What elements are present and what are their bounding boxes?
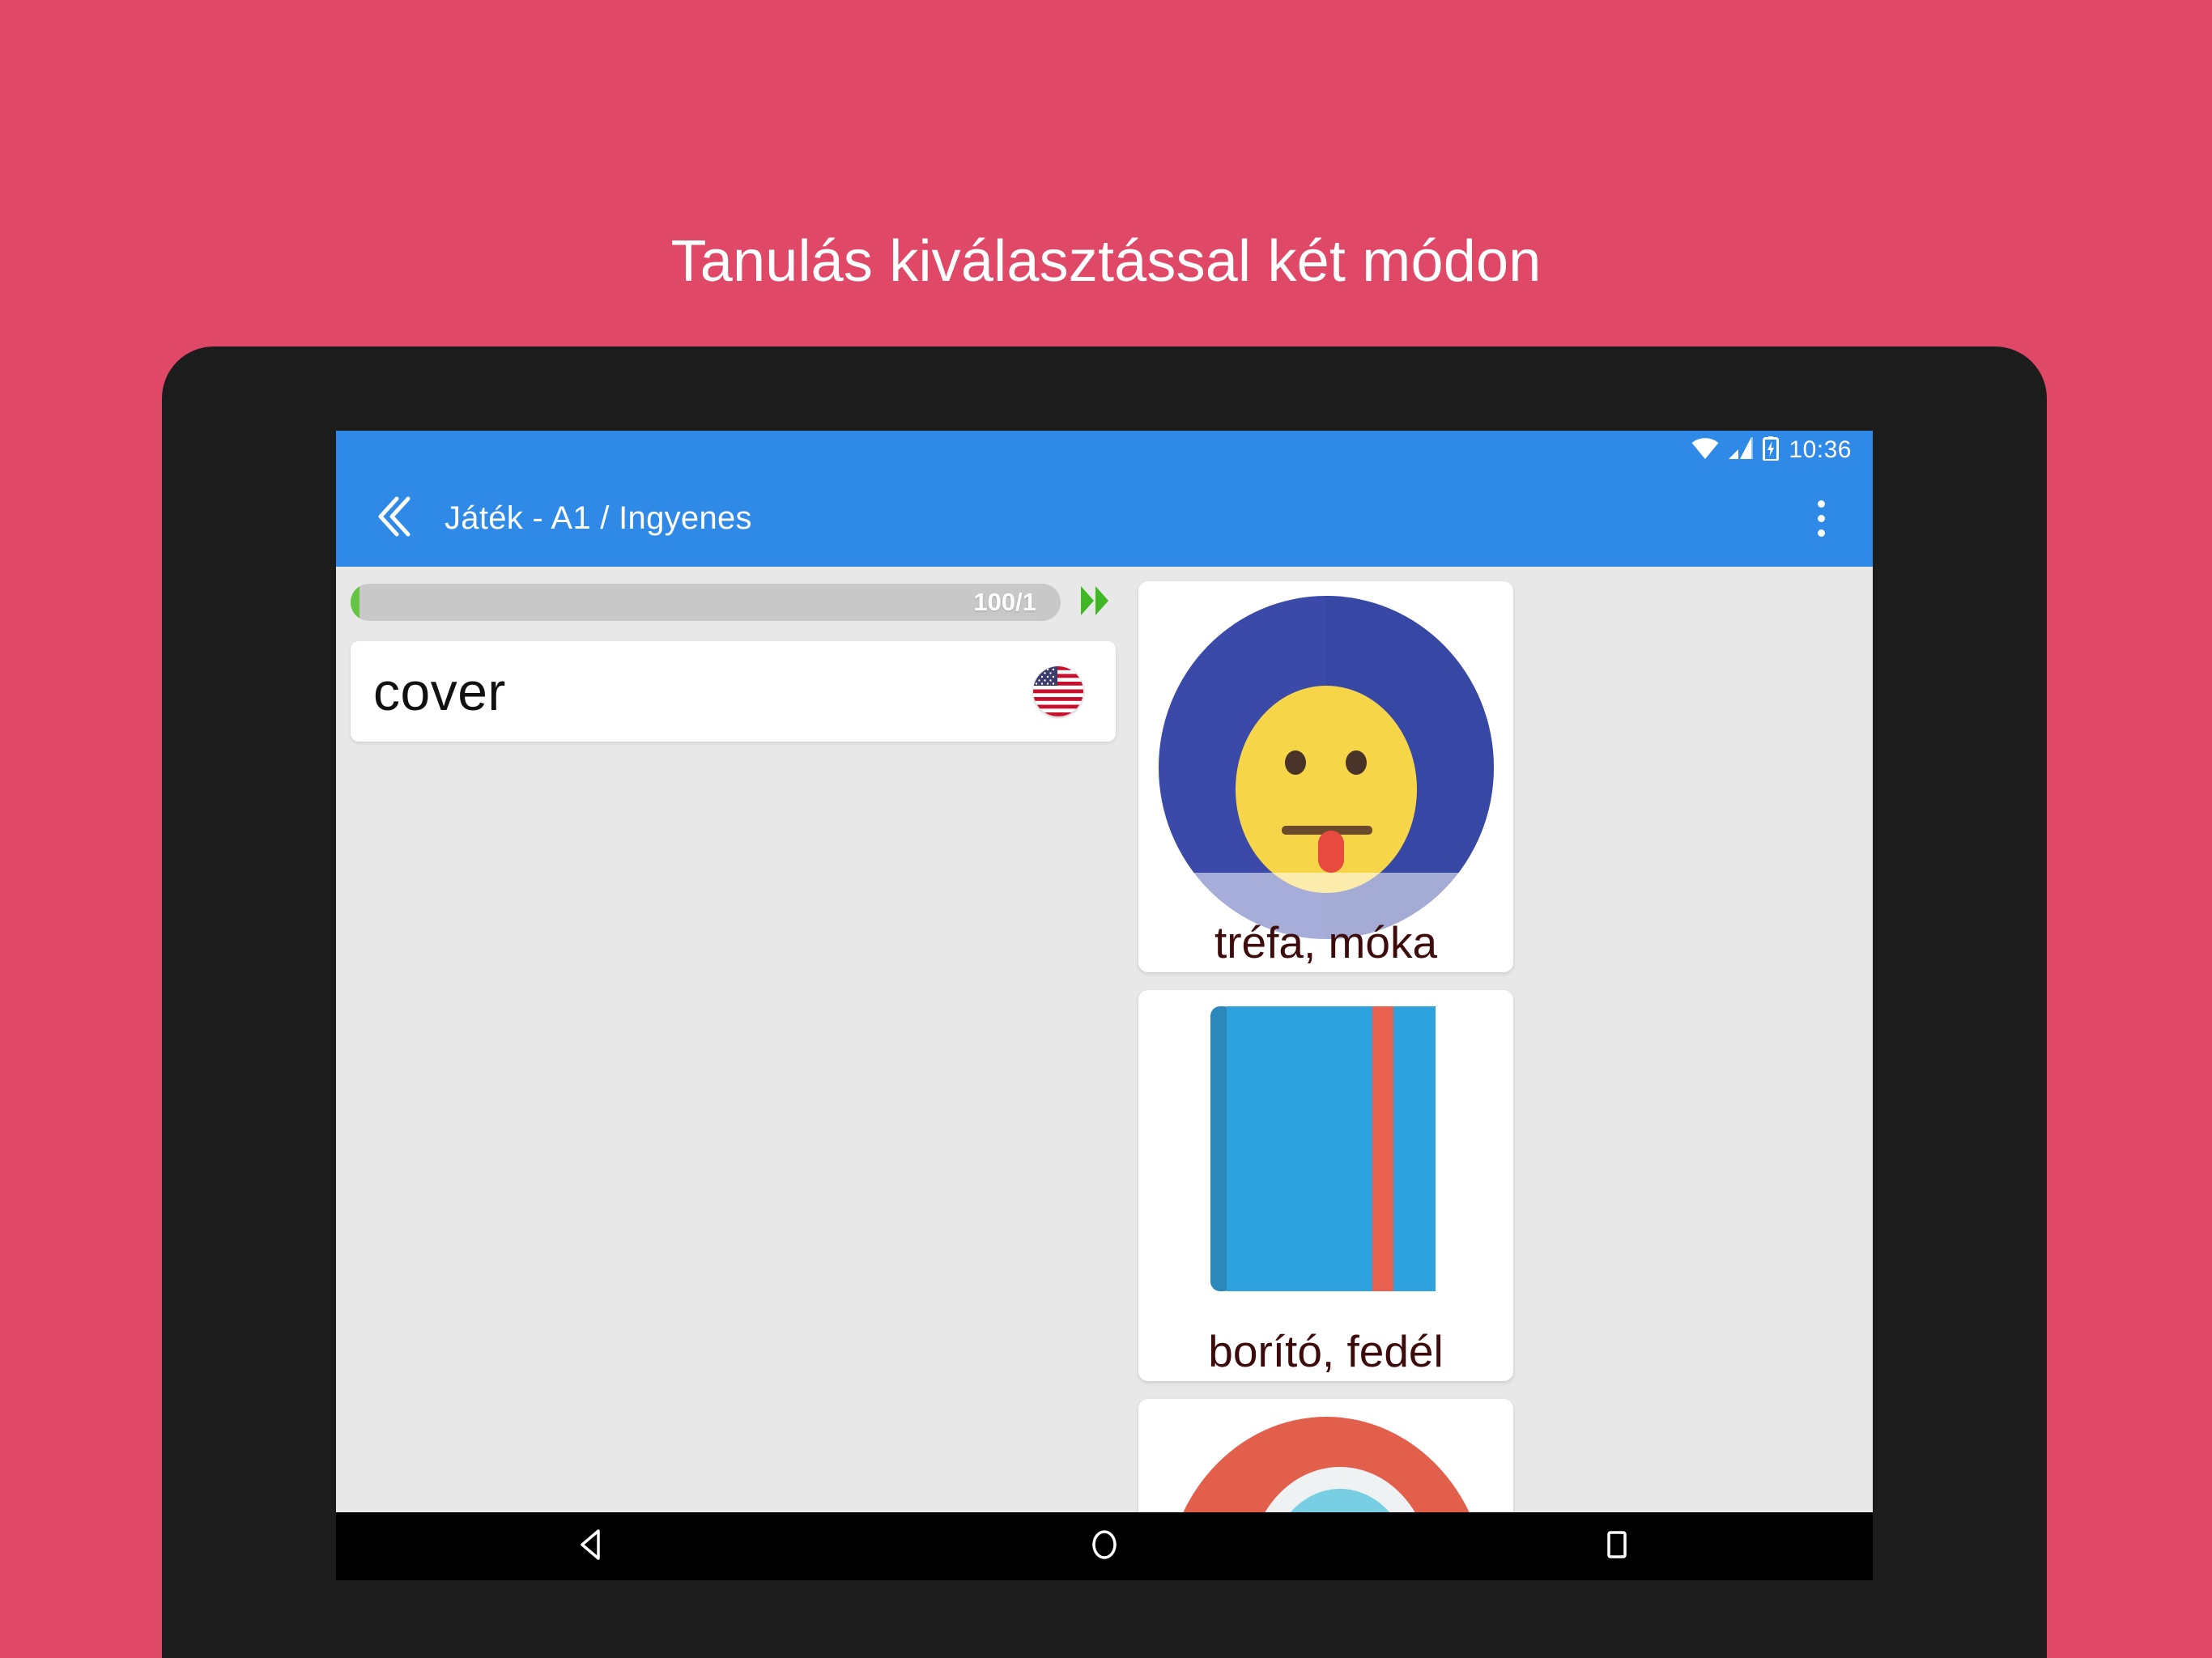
wifi-icon bbox=[1691, 437, 1719, 464]
status-bar: 10:36 bbox=[336, 431, 1873, 470]
nav-back-icon bbox=[576, 1528, 608, 1566]
progress-label: 100/1 bbox=[973, 588, 1036, 616]
nav-home-icon bbox=[1088, 1528, 1121, 1566]
double-chevron-left-icon bbox=[376, 495, 413, 542]
overflow-menu-icon bbox=[1817, 500, 1825, 508]
progress-bar-fill bbox=[351, 584, 359, 621]
overflow-dot-2 bbox=[1817, 514, 1825, 522]
nav-recents-button[interactable] bbox=[1572, 1512, 1661, 1580]
progress-row: 100/1 bbox=[351, 581, 1116, 623]
battery-charging-icon bbox=[1763, 436, 1780, 465]
nav-home-button[interactable] bbox=[1060, 1512, 1149, 1580]
us-flag-icon[interactable] bbox=[1033, 666, 1083, 716]
promo-line-1: Tanulás kiválasztással két módon bbox=[670, 228, 1542, 294]
question-word: cover bbox=[373, 661, 506, 721]
nav-recents-icon bbox=[1601, 1528, 1633, 1566]
nav-back-button[interactable] bbox=[547, 1512, 636, 1580]
overflow-dot-3 bbox=[1817, 529, 1825, 537]
overflow-menu-button[interactable] bbox=[1792, 482, 1850, 555]
question-column: 100/1 cover bbox=[351, 581, 1116, 1512]
answer-grid: tréfa, móka borító, fedél bbox=[1116, 581, 1858, 1580]
progress-bar[interactable]: 100/1 bbox=[351, 584, 1061, 621]
double-chevron-right-icon bbox=[1076, 582, 1113, 623]
status-bar-clock: 10:36 bbox=[1789, 436, 1852, 463]
answer-label-2: borító, fedél bbox=[1208, 1325, 1444, 1376]
answer-card-2[interactable]: borító, fedél bbox=[1138, 990, 1513, 1381]
android-nav-bar bbox=[336, 1512, 1873, 1580]
app-bar: Játék - A1 / Ingyenes bbox=[336, 470, 1873, 567]
question-word-card[interactable]: cover bbox=[351, 641, 1116, 742]
device-screen: 10:36 Játék - A1 / Ingyenes 100/1 cover … bbox=[336, 431, 1873, 1580]
cell-signal-icon bbox=[1729, 436, 1754, 464]
answer-label-1: tréfa, móka bbox=[1214, 916, 1438, 967]
back-button[interactable] bbox=[365, 489, 423, 547]
smiley-tongue-out-icon bbox=[1151, 591, 1500, 963]
answer-card-1[interactable]: tréfa, móka bbox=[1138, 581, 1513, 972]
notebook-cover-icon bbox=[1151, 1000, 1500, 1372]
main-content: 100/1 cover tréfa, móka borító, fedél bbox=[336, 567, 1873, 1580]
tablet-device-frame: 10:36 Játék - A1 / Ingyenes 100/1 cover … bbox=[162, 346, 2047, 1658]
next-button[interactable] bbox=[1074, 581, 1116, 623]
app-bar-title: Játék - A1 / Ingyenes bbox=[445, 500, 752, 536]
